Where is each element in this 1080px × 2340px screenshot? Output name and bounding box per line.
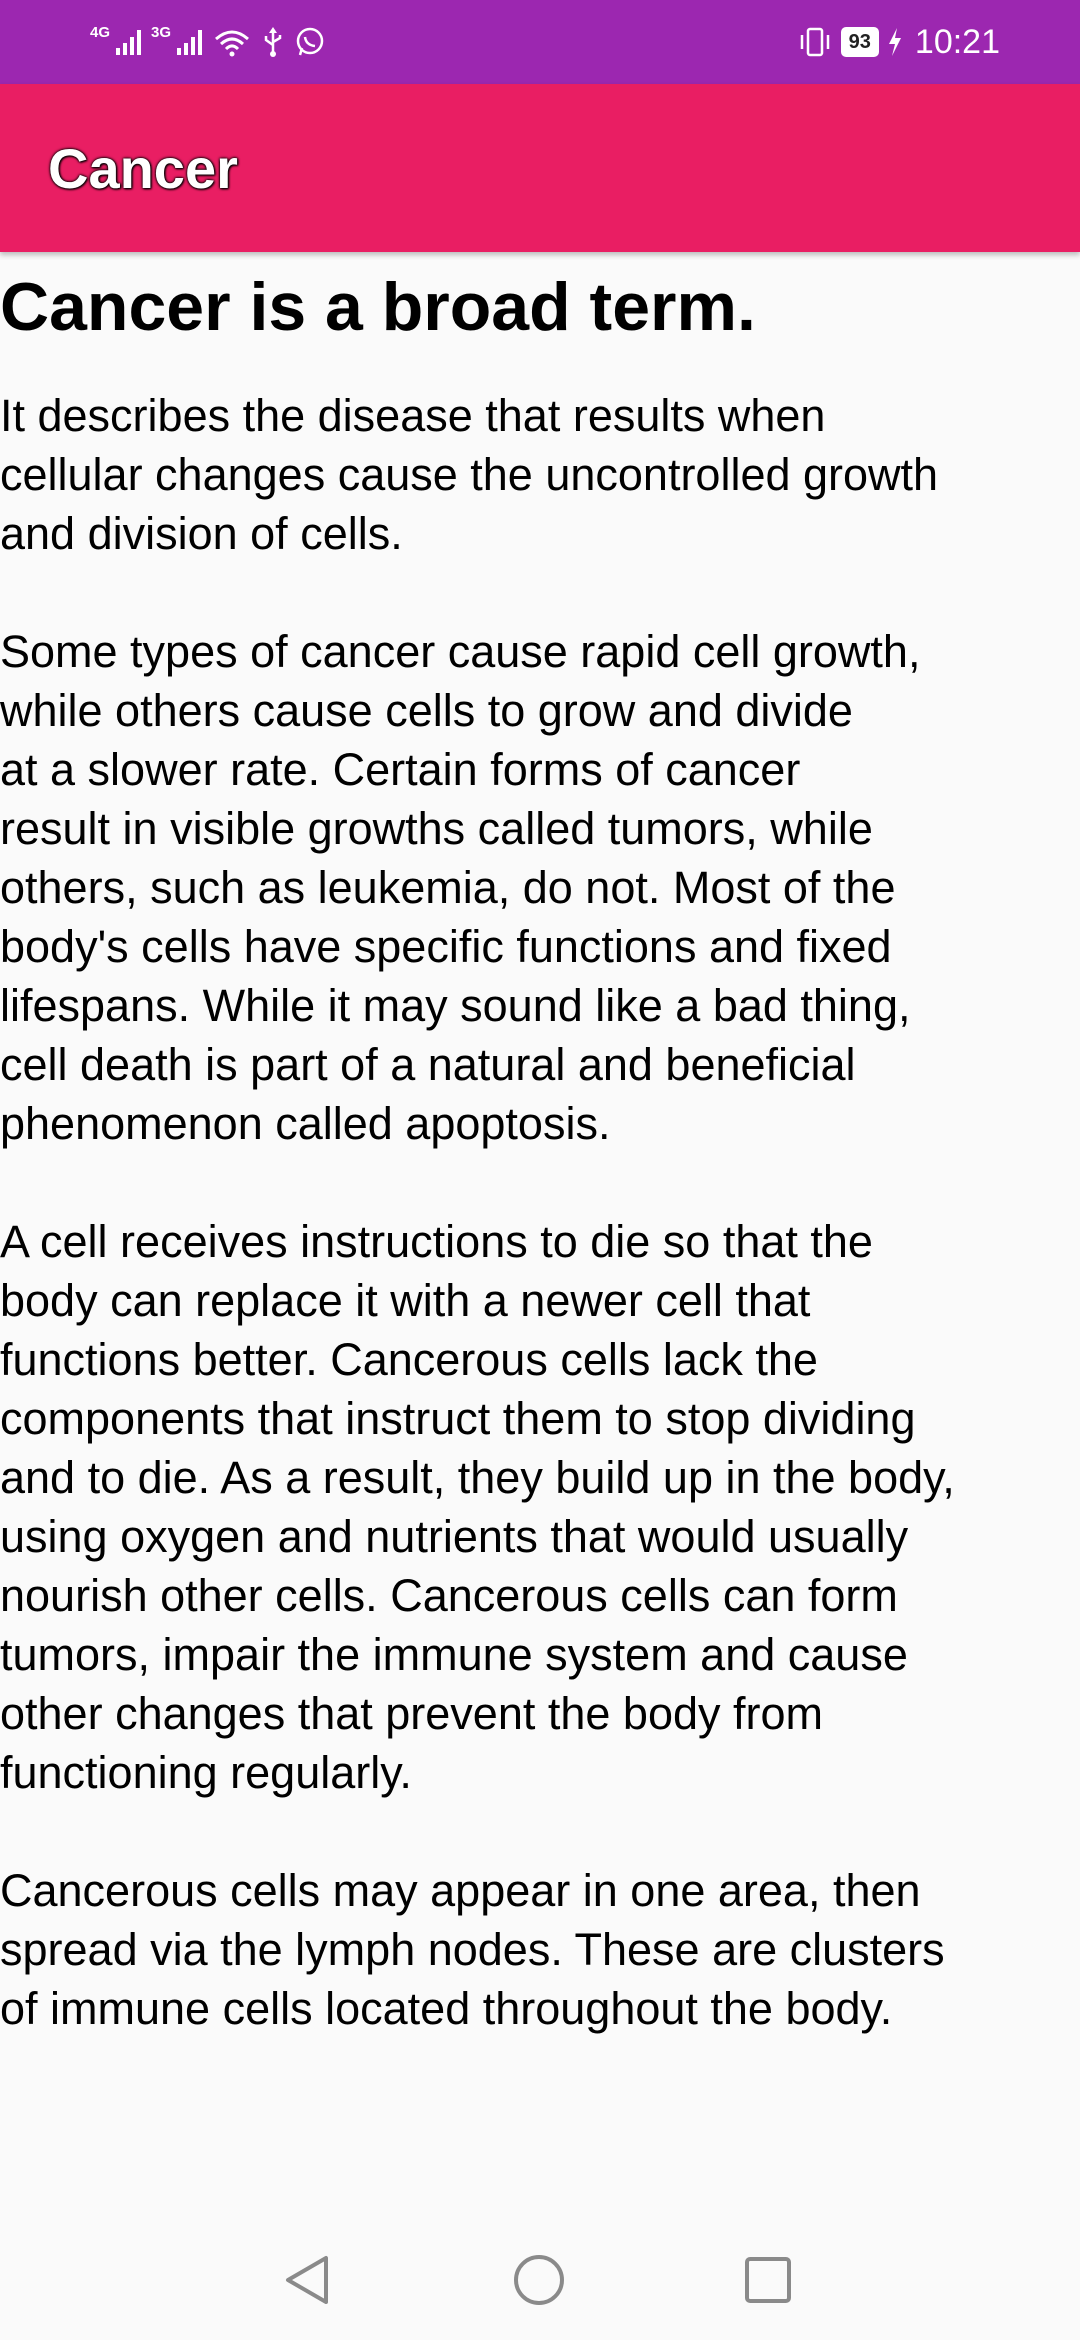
home-icon bbox=[514, 2255, 564, 2305]
article-headline: Cancer is a broad term. bbox=[0, 269, 756, 345]
app-bar: Cancer bbox=[0, 84, 1080, 252]
article-paragraph-1: It describes the disease that results wh… bbox=[0, 390, 939, 559]
status-left-icons: 4G 3G bbox=[90, 18, 326, 66]
recents-icon bbox=[745, 2257, 791, 2303]
whatsapp-icon bbox=[294, 26, 326, 58]
back-button[interactable] bbox=[278, 2250, 338, 2310]
app-title: Cancer bbox=[48, 137, 238, 200]
network-type-2: 3G bbox=[151, 23, 172, 41]
signal-3g-icon bbox=[177, 29, 203, 55]
article-paragraph-4: Cancerous cells may appear in one area, … bbox=[0, 1865, 945, 2034]
recents-button[interactable] bbox=[738, 2250, 798, 2310]
status-right-icons: 93 10:21 bbox=[797, 18, 1000, 66]
home-button[interactable] bbox=[509, 2250, 569, 2310]
article-paragraph-3: A cell receives instructions to die so t… bbox=[0, 1216, 955, 1798]
status-bar: 4G 3G 93 10:21 bbox=[0, 0, 1080, 84]
battery-icon: 93 bbox=[840, 27, 879, 57]
usb-icon bbox=[262, 27, 284, 57]
charging-icon bbox=[887, 28, 903, 56]
screen: 4G 3G 93 10:21 Cancer Cancer is a broad … bbox=[0, 0, 1080, 2340]
back-icon bbox=[286, 2256, 328, 2304]
network-type-1: 4G bbox=[90, 23, 111, 41]
vibrate-icon bbox=[797, 26, 833, 58]
status-time: 10:21 bbox=[914, 22, 1000, 61]
signal-4g-icon bbox=[116, 29, 142, 55]
article-content[interactable]: Cancer is a broad term. It describes the… bbox=[0, 262, 1080, 2038]
navigation-bar bbox=[0, 2220, 1080, 2340]
wifi-icon bbox=[212, 27, 252, 57]
article-paragraph-2: Some types of cancer cause rapid cell gr… bbox=[0, 626, 921, 1149]
